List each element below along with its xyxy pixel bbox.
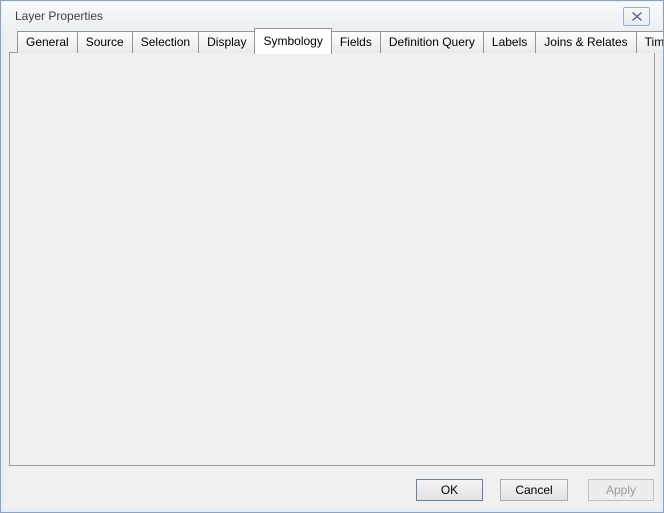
tab-time[interactable]: Time (636, 31, 664, 53)
tab-display[interactable]: Display (198, 31, 255, 53)
tab-joins-relates[interactable]: Joins & Relates (535, 31, 636, 53)
apply-button[interactable]: Apply (588, 479, 654, 501)
window-title: Layer Properties (15, 9, 103, 23)
tab-symbology[interactable]: Symbology (254, 28, 331, 54)
ok-button[interactable]: OK (416, 479, 483, 501)
close-button[interactable] (623, 7, 650, 26)
tab-general[interactable]: General (17, 31, 78, 53)
tab-definition-query[interactable]: Definition Query (380, 31, 484, 53)
tab-source[interactable]: Source (77, 31, 133, 53)
layer-properties-dialog: Layer Properties General Source Selectio… (0, 0, 664, 513)
title-bar[interactable]: Layer Properties (2, 2, 662, 30)
cancel-button[interactable]: Cancel (500, 479, 568, 501)
tab-fields[interactable]: Fields (331, 31, 381, 53)
tab-selection[interactable]: Selection (132, 31, 199, 53)
symbology-tab-page (9, 52, 655, 466)
tab-labels[interactable]: Labels (483, 31, 536, 53)
tab-strip: General Source Selection Display Symbolo… (17, 31, 664, 54)
close-icon (632, 12, 642, 21)
